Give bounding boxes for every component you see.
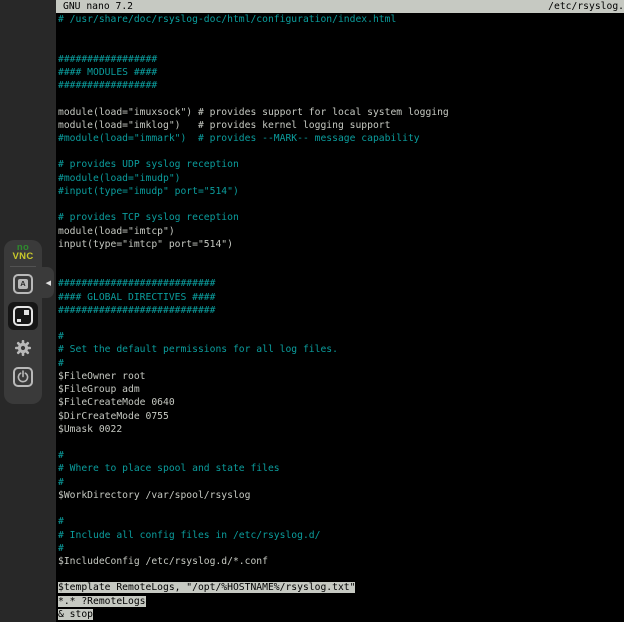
- code-line: #: [56, 357, 624, 370]
- code-line: $Umask 0022: [56, 423, 624, 436]
- code-line: # provides TCP syslog reception: [56, 211, 624, 224]
- code-line: input(type="imtcp" port="514"): [56, 238, 624, 251]
- code-line: # provides UDP syslog reception: [56, 158, 624, 171]
- gear-icon: [12, 337, 34, 359]
- code-line: #: [56, 515, 624, 528]
- editor-buffer: # /usr/share/doc/rsyslog-doc/html/config…: [56, 13, 624, 622]
- code-line: module(load="imuxsock") # provides suppo…: [56, 106, 624, 119]
- fullscreen-button-active-state: [8, 302, 38, 330]
- code-line: $FileGroup adm: [56, 383, 624, 396]
- code-line: ###########################: [56, 277, 624, 290]
- nano-filename: /etc/rsyslog.: [548, 0, 624, 13]
- code-line: ###########################: [56, 304, 624, 317]
- code-line: *.* ?RemoteLogs: [56, 595, 624, 608]
- code-line: [56, 502, 624, 515]
- code-line: #module(load="imudp"): [56, 172, 624, 185]
- code-line: [56, 436, 624, 449]
- code-line: [56, 251, 624, 264]
- code-line: [56, 198, 624, 211]
- code-line: $WorkDirectory /var/spool/rsyslog: [56, 489, 624, 502]
- code-line: #module(load="immark") # provides --MARK…: [56, 132, 624, 145]
- code-line: #: [56, 476, 624, 489]
- code-line: # Set the default permissions for all lo…: [56, 343, 624, 356]
- keyboard-icon: A: [13, 274, 33, 294]
- code-line: # Where to place spool and state files: [56, 462, 624, 475]
- toolbar-divider: [10, 266, 36, 267]
- code-line: $template RemoteLogs, "/opt/%HOSTNAME%/r…: [56, 581, 624, 594]
- power-icon: [13, 367, 33, 387]
- code-line: [56, 145, 624, 158]
- code-line: [56, 264, 624, 277]
- code-line: [56, 92, 624, 105]
- desktop: GNU nano 7.2 /etc/rsyslog. # /usr/share/…: [0, 0, 624, 622]
- code-line: module(load="imklog") # provides kernel …: [56, 119, 624, 132]
- code-line: # Include all config files in /etc/rsysl…: [56, 529, 624, 542]
- disconnect-button[interactable]: [12, 366, 34, 388]
- keyboard-button[interactable]: A: [12, 273, 34, 295]
- code-line: #### GLOBAL DIRECTIVES ####: [56, 291, 624, 304]
- novnc-logo: no VNC: [13, 244, 34, 261]
- code-line: & stop: [56, 608, 624, 621]
- code-line: #: [56, 542, 624, 555]
- terminal-screen[interactable]: GNU nano 7.2 /etc/rsyslog. # /usr/share/…: [56, 0, 624, 622]
- code-line: [56, 568, 624, 581]
- code-line: #: [56, 330, 624, 343]
- nano-titlebar: GNU nano 7.2 /etc/rsyslog.: [56, 0, 624, 13]
- fullscreen-button[interactable]: [12, 305, 34, 327]
- code-line: module(load="imtcp"): [56, 225, 624, 238]
- fullscreen-icon: [13, 306, 33, 326]
- collapse-arrow-icon: ◀: [46, 279, 51, 287]
- nano-version-label: GNU nano 7.2: [63, 0, 133, 13]
- settings-button[interactable]: [12, 337, 34, 359]
- vnc-control-bar: no VNC A: [4, 240, 42, 404]
- code-line: $IncludeConfig /etc/rsyslog.d/*.conf: [56, 555, 624, 568]
- code-line: #################: [56, 79, 624, 92]
- code-line: [56, 26, 624, 39]
- code-line: #input(type="imudp" port="514"): [56, 185, 624, 198]
- code-line: $DirCreateMode 0755: [56, 410, 624, 423]
- code-line: $FileCreateMode 0640: [56, 396, 624, 409]
- code-line: [56, 39, 624, 52]
- code-line: #: [56, 449, 624, 462]
- code-line: #### MODULES ####: [56, 66, 624, 79]
- code-line: [56, 317, 624, 330]
- code-line: # /usr/share/doc/rsyslog-doc/html/config…: [56, 13, 624, 26]
- code-line: #################: [56, 53, 624, 66]
- code-line: $FileOwner root: [56, 370, 624, 383]
